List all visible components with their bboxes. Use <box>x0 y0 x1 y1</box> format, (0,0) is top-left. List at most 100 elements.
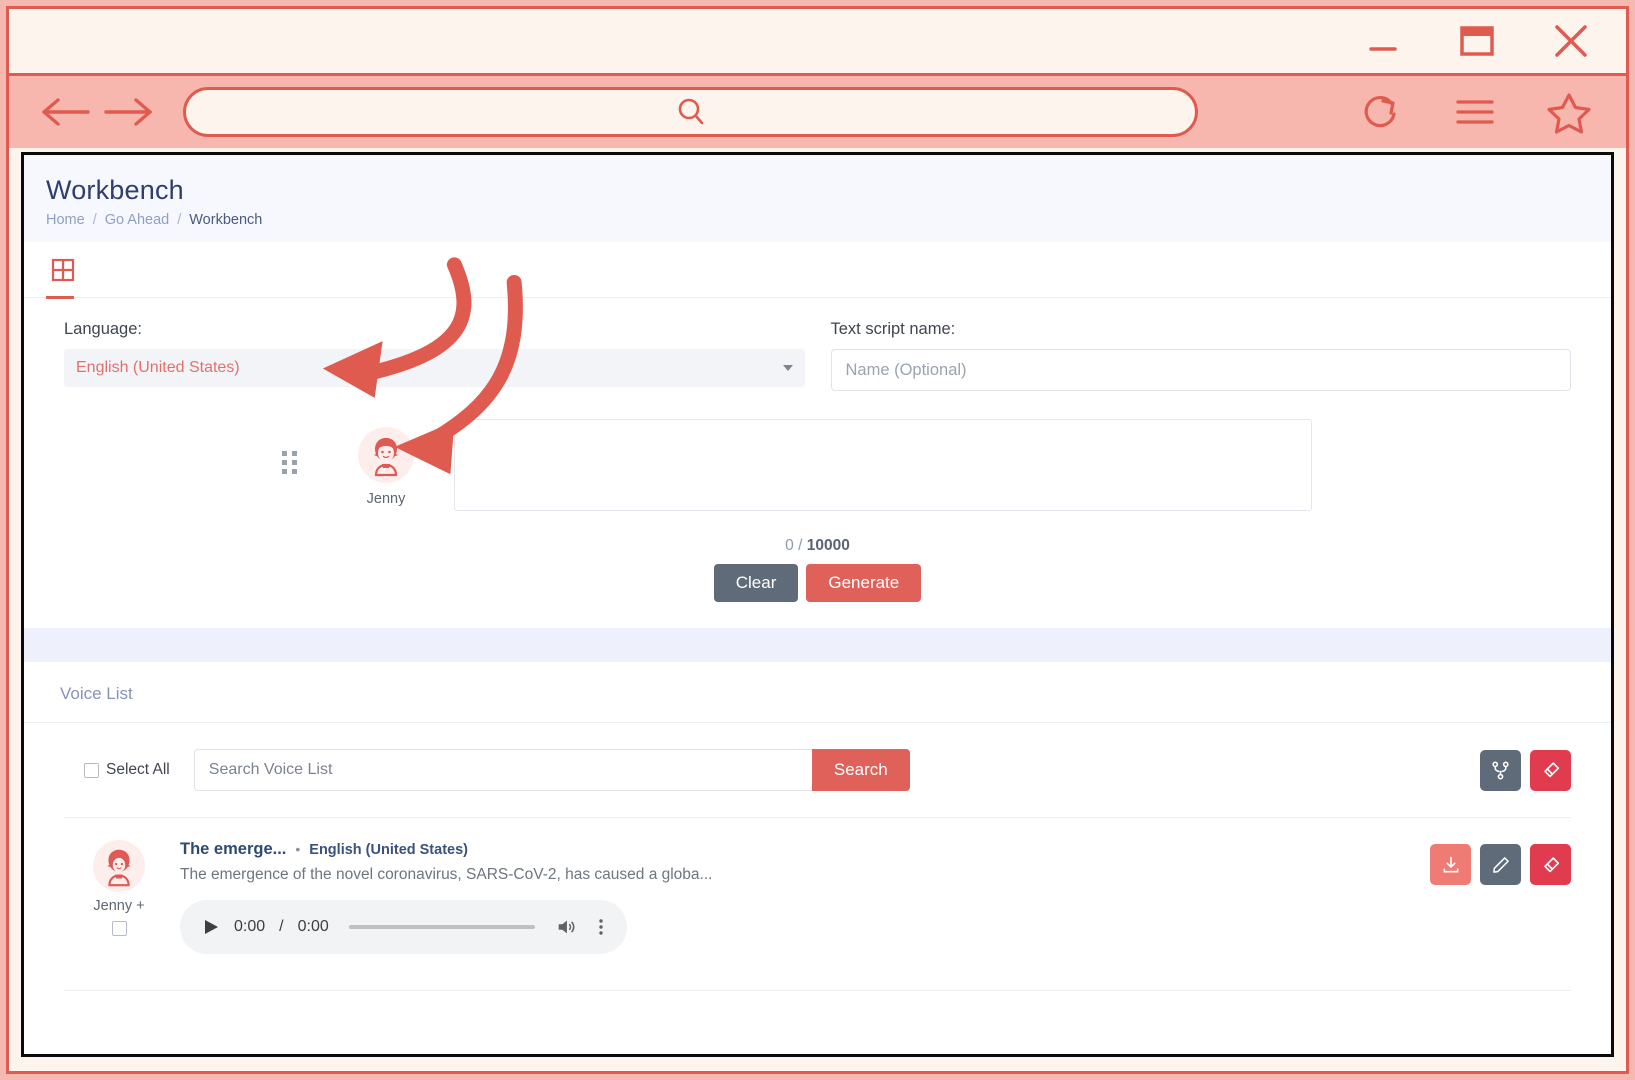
character-counter: 0 / 10000 <box>24 537 1611 555</box>
viewport-wrapper: Workbench Home / Go Ahead / Workbench La… <box>9 148 1626 1071</box>
reload-button[interactable] <box>1358 89 1404 135</box>
generate-button[interactable]: Generate <box>806 564 922 603</box>
audio-progress-slider[interactable] <box>348 925 535 930</box>
voice-toolbar-actions <box>1480 749 1571 791</box>
address-bar[interactable] <box>183 87 1198 137</box>
clear-button[interactable]: Clear <box>713 564 799 603</box>
maximize-button[interactable] <box>1450 14 1504 68</box>
star-icon <box>1547 93 1591 134</box>
select-all-label: Select All <box>106 761 170 779</box>
form-row: Language: English (United States) Text s… <box>24 298 1611 392</box>
back-button[interactable] <box>35 87 97 137</box>
language-field: Language: English (United States) <box>64 320 805 391</box>
edit-button[interactable] <box>1480 844 1521 886</box>
breadcrumb-item-home[interactable]: Home <box>46 212 85 228</box>
tab-grid[interactable] <box>46 242 96 299</box>
merge-button[interactable] <box>1480 749 1521 791</box>
speaker-volume-icon <box>558 920 575 934</box>
delete-all-button[interactable] <box>1530 749 1571 791</box>
merge-icon <box>1492 761 1509 780</box>
voice-search-input[interactable] <box>193 749 812 792</box>
voice-item-title-row: The emerge... • English (United States) <box>180 840 1412 859</box>
voice-list-item: Jenny + The emerge... • English (United … <box>24 818 1611 972</box>
audio-player[interactable]: 0:00 / 0:00 <box>180 900 627 955</box>
bookmark-button[interactable] <box>1546 89 1592 135</box>
arrow-left-icon <box>42 98 90 126</box>
voice-item-title[interactable]: The emerge... <box>180 840 286 859</box>
voice-list-heading: Voice List <box>24 662 1611 724</box>
eraser-icon <box>1543 856 1559 872</box>
voice-item-actions <box>1430 844 1571 886</box>
voice-item-checkbox[interactable] <box>111 921 127 937</box>
audio-time-separator: / <box>279 918 284 936</box>
counter-current: 0 <box>785 537 794 555</box>
select-all-control[interactable]: Select All <box>84 761 170 779</box>
voice-list-toolbar: Select All Search <box>24 723 1611 817</box>
page-title: Workbench <box>46 175 184 205</box>
voice-item-speaker: Jenny + <box>93 898 145 915</box>
audio-current-time: 0:00 <box>234 918 266 936</box>
menu-button[interactable] <box>1452 89 1498 135</box>
script-name-field: Text script name: <box>830 320 1571 392</box>
speaker-selector[interactable]: Jenny <box>338 427 434 507</box>
arrow-right-icon <box>104 98 152 126</box>
script-name-label: Text script name: <box>830 320 956 339</box>
page-viewport: Workbench Home / Go Ahead / Workbench La… <box>21 152 1614 1057</box>
section-divider-band <box>24 628 1611 663</box>
toolbar-right-group <box>1358 89 1598 135</box>
counter-max: 10000 <box>806 537 850 555</box>
minimize-button[interactable] <box>1356 14 1410 68</box>
breadcrumb-item-go-ahead[interactable]: Go Ahead <box>105 212 170 228</box>
breadcrumb: Home / Go Ahead / Workbench <box>46 212 1611 228</box>
download-button[interactable] <box>1430 844 1471 886</box>
play-icon <box>205 920 218 935</box>
language-select[interactable]: English (United States) <box>64 349 805 388</box>
speaker-name: Jenny <box>366 491 406 508</box>
voice-item-body: The emerge... • English (United States) … <box>180 840 1412 955</box>
volume-button[interactable] <box>555 916 577 938</box>
browser-toolbar <box>9 76 1626 148</box>
breadcrumb-separator: / <box>177 212 182 229</box>
audio-duration: 0:00 <box>297 918 329 936</box>
script-textarea[interactable] <box>454 419 1312 512</box>
eraser-icon <box>1543 762 1559 778</box>
kebab-menu-icon <box>599 919 603 935</box>
drag-handle[interactable] <box>282 451 308 475</box>
avatar <box>93 840 145 893</box>
voice-item-description: The emergence of the novel coronavirus, … <box>180 866 713 884</box>
script-name-input[interactable] <box>830 349 1571 392</box>
grid-icon <box>51 258 75 281</box>
voice-search-group: Search <box>193 749 910 792</box>
audio-more-options-button[interactable] <box>591 916 611 938</box>
breadcrumb-item-workbench: Workbench <box>189 212 263 229</box>
bullet-icon: • <box>295 841 301 858</box>
language-select-value: English (United States) <box>76 359 240 377</box>
voice-list-card: Voice List Select All Search Voice List … <box>24 662 1611 1054</box>
language-label: Language: <box>64 320 142 339</box>
close-button[interactable] <box>1544 14 1598 68</box>
breadcrumb-separator: / <box>92 212 97 229</box>
select-all-checkbox[interactable] <box>84 762 99 778</box>
workbench-card: Language: English (United States) Text s… <box>24 242 1611 629</box>
tab-bar <box>24 242 1611 299</box>
pencil-icon <box>1492 856 1509 873</box>
download-icon <box>1443 856 1458 873</box>
browser-window: Workbench Home / Go Ahead / Workbench La… <box>6 6 1629 1074</box>
voice-item-language: English (United States) <box>309 842 468 859</box>
composer-row: Jenny <box>24 391 1611 512</box>
close-icon <box>1555 25 1587 57</box>
jenny-avatar-icon <box>107 849 131 887</box>
maximize-icon <box>1460 26 1494 56</box>
voice-item-avatar-col: Jenny + <box>84 840 154 937</box>
voice-search-button[interactable]: Search <box>811 749 910 792</box>
list-bottom-separator <box>64 990 1571 992</box>
reload-icon <box>1364 96 1396 128</box>
composer-actions: Clear Generate <box>24 564 1611 628</box>
jenny-avatar-icon <box>374 438 398 477</box>
search-icon <box>678 98 703 125</box>
play-button[interactable] <box>202 918 220 936</box>
delete-button[interactable] <box>1530 844 1571 886</box>
page-header: Workbench Home / Go Ahead / Workbench <box>24 155 1611 243</box>
forward-button[interactable] <box>97 87 159 137</box>
counter-separator: / <box>798 537 803 555</box>
